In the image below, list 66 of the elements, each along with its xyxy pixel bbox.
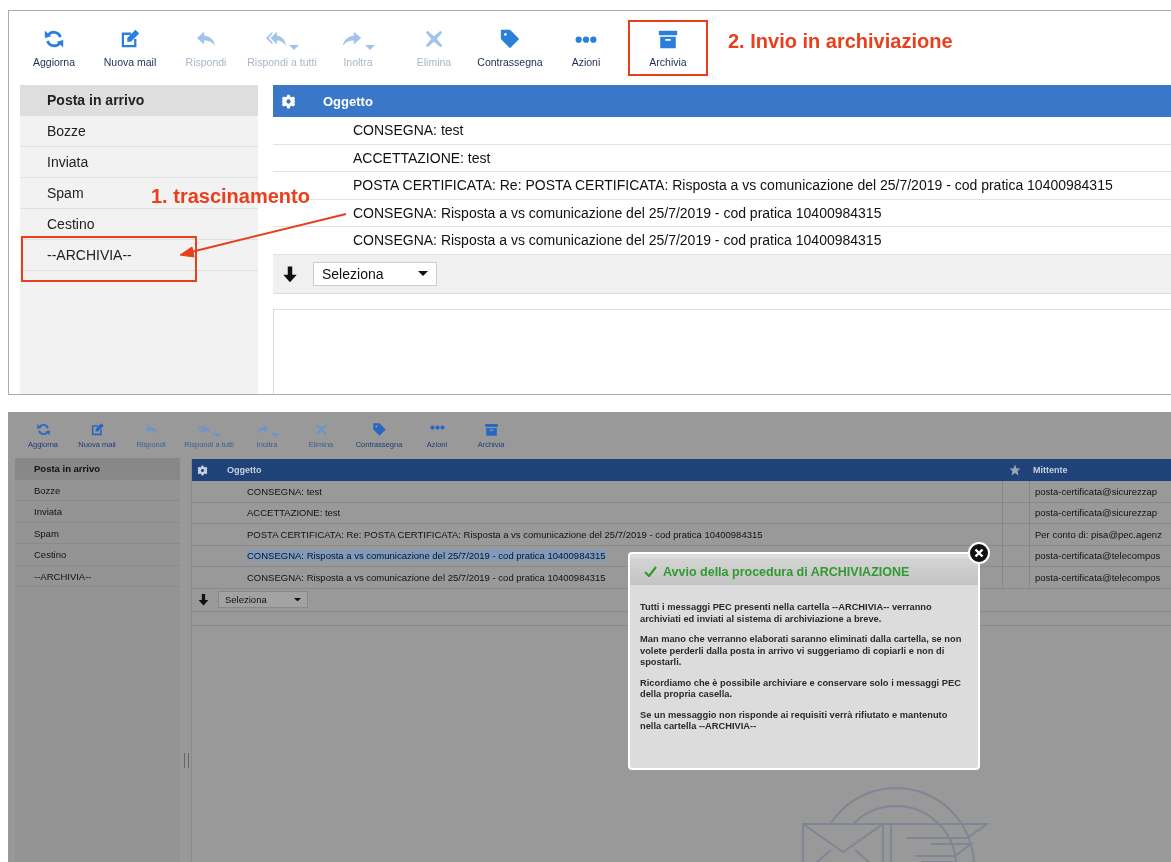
check-icon [644,566,657,577]
table-cell: CONSEGNA: test [247,485,322,497]
settings-icon[interactable] [281,93,296,109]
table-cell: ACCETTAZIONE: test [247,507,341,519]
table-cell: CONSEGNA: Risposta a vs comunicazione del 25/7/2019 - cod pratica 10400984315 [247,571,606,583]
table-cell: posta-certificata@telecompos [1035,571,1161,583]
column-header[interactable]: Oggetto [323,93,373,109]
delete-icon [313,421,329,437]
folder-item[interactable]: Bozze [47,122,86,140]
folder-item[interactable]: Bozze [15,479,180,501]
annotation-text: 2. Invio in archiviazione [728,29,953,53]
table-cell: ACCETTAZIONE: test [353,149,491,166]
archive-icon [657,28,679,50]
annotation-text: 1. trascinamento [151,185,310,208]
more-icon [575,35,597,43]
folder-item[interactable]: Cestino [15,544,180,566]
table-cell: posta-certificata@sicurezzap [1035,485,1158,497]
select-dropdown[interactable]: Seleziona [313,261,437,286]
table-cell: CONSEGNA: Risposta a vs comunicazione del 25/7/2019 - cod pratica 10400984315 [353,204,882,221]
star-icon[interactable] [1009,464,1021,476]
arrow-down-icon[interactable] [281,264,299,283]
folder-item[interactable]: Spam [15,522,180,544]
folder-item[interactable]: Inviata [15,501,180,523]
archive-icon [483,421,499,437]
close-icon [974,548,984,558]
toolbar-button[interactable]: Aggiorna [16,20,92,76]
table-cell: POSTA CERTIFICATA: Re: POSTA CERTIFICATA: Risposta a vs comunicazione del 25/7/2019 - cod pratica 10400984315 [353,177,1113,193]
folder-item[interactable]: Inviata [47,153,89,171]
arrow-down-icon[interactable] [197,593,210,606]
dialog-text: Tutti i messaggi PEC presenti nella cartella --ARCHIVIA-- verranno archiviati ed inviati al sistema di archiviazione a breve. [640,602,933,625]
folder-item[interactable]: Cestino [47,215,95,233]
table-cell: posta-certificata@sicurezzap [1035,507,1158,519]
folder-item[interactable]: Posta in arrivo [15,458,180,480]
toolbar-button[interactable]: Nuova mail [92,20,168,76]
caret-icon [294,597,301,602]
settings-icon[interactable] [197,464,208,476]
table-cell: CONSEGNA: test [353,122,464,138]
select-dropdown[interactable]: Seleziona [218,591,308,608]
toolbar-button[interactable]: Contrassegna [472,20,548,76]
dialog-title: Avvio della procedura di ARCHIVIAZIONE [663,564,910,579]
folder-item[interactable]: Spam [47,184,84,202]
folder-item[interactable]: --ARCHIVIA-- [15,565,180,587]
resize-handle[interactable] [184,753,189,768]
dialog-text: Se un messaggio non risponde ai requisiti verrà rifiutato e mantenuto nella cartella --ARCHIVIA-- [640,709,949,733]
toolbar-button[interactable]: Archivia [628,20,708,76]
refresh-icon [35,421,51,437]
column-header[interactable]: Mittente [1028,465,1171,475]
table-cell: POSTA CERTIFICATA: Re: POSTA CERTIFICATA: Risposta a vs comunicazione del 25/7/2019 - cod pratica 10400984315 [247,528,763,540]
more-icon [429,424,445,430]
table-cell: posta-certificata@telecompos [1035,550,1161,562]
caret-icon [418,271,428,276]
folder-item[interactable]: --ARCHIVIA-- [47,246,132,264]
column-header[interactable]: Oggetto [227,465,1002,475]
dialog-text: Ricordiamo che è possibile archiviare e conservare solo i messaggi PEC della propria casella. [640,677,962,701]
dialog-text: Man mano che verranno elaborati saranno eliminati dalla cartella, se non volete perderli dalla posta in arrivo vi suggeriamo di copiarli e non di spostarli. [640,634,963,669]
refresh-icon [43,28,65,50]
table-cell: CONSEGNA: Risposta a vs comunicazione del 25/7/2019 - cod pratica 10400984315 [247,550,606,562]
tag-icon [499,28,521,50]
delete-icon [423,28,445,50]
compose-icon [119,28,141,50]
table-cell: Per conto di: pisa@pec.agenz [1035,528,1162,540]
close-button[interactable] [968,542,990,564]
tag-icon [371,421,387,437]
table-cell: CONSEGNA: Risposta a vs comunicazione del 25/7/2019 - cod pratica 10400984315 [353,232,882,248]
compose-icon [89,421,105,437]
toolbar-button[interactable]: Azioni [548,20,624,76]
